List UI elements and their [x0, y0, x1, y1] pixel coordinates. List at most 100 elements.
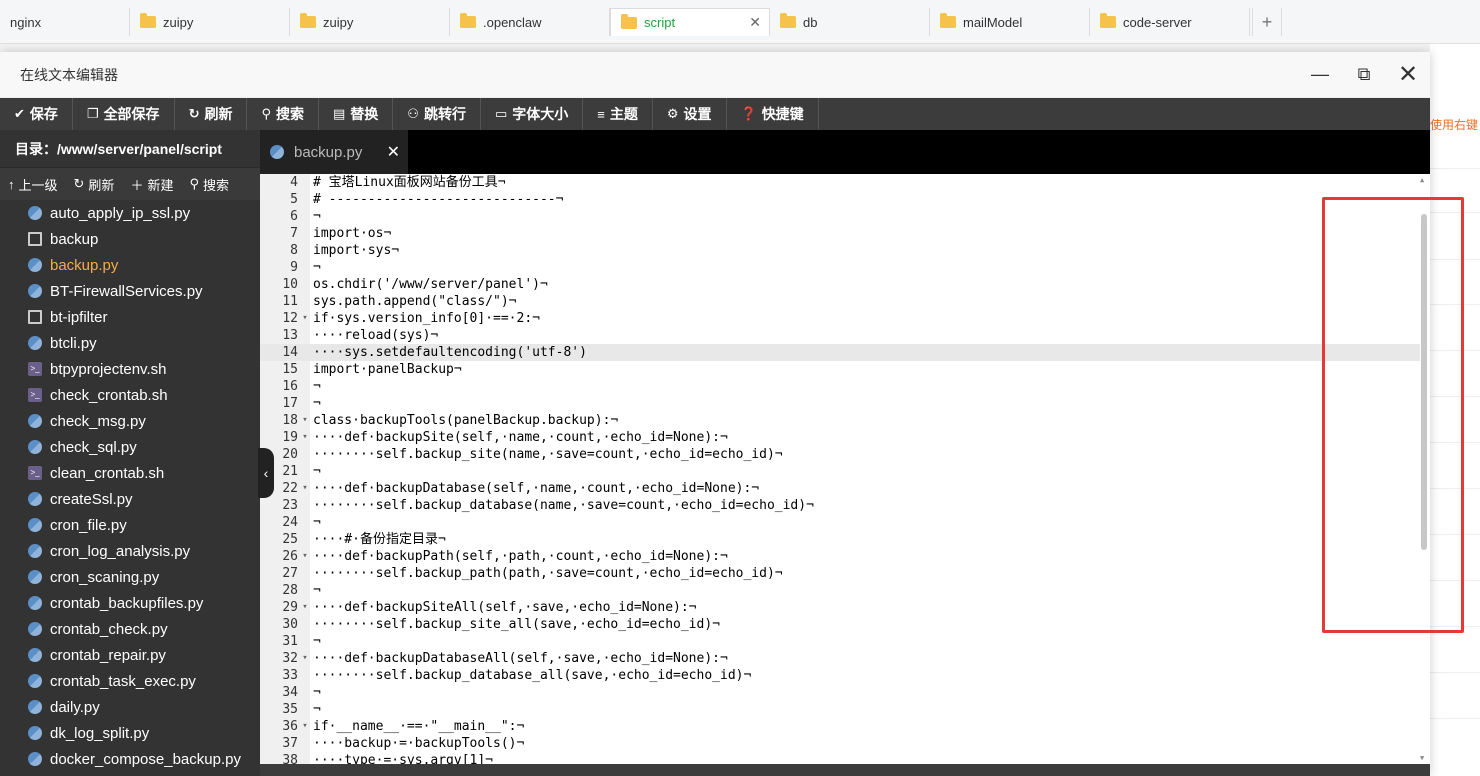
- python-file-icon: [28, 622, 42, 636]
- fold-arrow-icon[interactable]: ▾: [298, 599, 312, 616]
- window-title: 在线文本编辑器: [20, 66, 118, 83]
- file-list-item[interactable]: auto_apply_ip_ssl.py: [0, 200, 260, 226]
- code-line: 37 ····backup·=·backupTools()¬: [260, 735, 1420, 752]
- replace-button[interactable]: ▤ 替换: [319, 98, 394, 130]
- up-level-button[interactable]: ↑ 上一级: [0, 175, 66, 194]
- file-list-item[interactable]: >_ btpyprojectenv.sh: [0, 356, 260, 382]
- code-line: 24 ¬: [260, 514, 1420, 531]
- close-tab-icon[interactable]: ✕: [749, 14, 761, 31]
- code-line: 30 ········self.backup_site_all(save,·ech…: [260, 616, 1420, 633]
- file-name: cron_log_analysis.py: [50, 542, 191, 560]
- folder-icon: [940, 13, 956, 28]
- browser-tab[interactable]: code-server: [1090, 8, 1250, 36]
- file-list-item[interactable]: daily.py: [0, 694, 260, 720]
- terminal-file-icon: >_: [28, 362, 42, 376]
- code-line: 28 ¬: [260, 582, 1420, 599]
- code-line: 34 ¬: [260, 684, 1420, 701]
- file-list-item[interactable]: crontab_check.py: [0, 616, 260, 642]
- scroll-down-arrow-icon[interactable]: ▼: [1420, 754, 1424, 762]
- search-button[interactable]: ⚲ 搜索: [247, 98, 319, 130]
- browser-tab[interactable]: zuipy: [130, 8, 290, 36]
- refresh-button[interactable]: ↻ 刷新: [175, 98, 248, 130]
- file-list-item[interactable]: check_msg.py: [0, 408, 260, 434]
- refresh-icon: ↻: [188, 106, 200, 121]
- scroll-up-arrow-icon[interactable]: ▲: [1420, 176, 1424, 184]
- fold-arrow-icon[interactable]: ▾: [298, 480, 312, 497]
- new-tab-button[interactable]: +: [1252, 8, 1282, 36]
- file-list-item[interactable]: >_ check_crontab.sh: [0, 382, 260, 408]
- fold-arrow-icon: [298, 293, 312, 310]
- fold-arrow-icon: [298, 174, 312, 191]
- file-list-item[interactable]: check_sql.py: [0, 434, 260, 460]
- browser-tab[interactable]: nginx: [0, 8, 130, 36]
- maximize-button[interactable]: ⧉: [1352, 62, 1376, 86]
- code-line: 25 ····#·备份指定目录¬: [260, 531, 1420, 548]
- code-text: ········self.backup_path(path,·save=coun…: [313, 566, 783, 581]
- code-line: 15 import·panelBackup¬: [260, 361, 1420, 378]
- file-list-item[interactable]: crontab_task_exec.py: [0, 668, 260, 694]
- browser-tab[interactable]: mailModel: [930, 8, 1090, 36]
- file-list-item[interactable]: backup: [0, 226, 260, 252]
- search-label: 搜索: [276, 106, 304, 122]
- file-list-item[interactable]: crontab_backupfiles.py: [0, 590, 260, 616]
- fold-arrow-icon: [298, 344, 312, 361]
- fold-arrow-icon: [298, 684, 312, 701]
- save-all-button[interactable]: ❐ 全部保存: [73, 98, 175, 130]
- sidebar-search-button[interactable]: ⚲ 搜索: [181, 175, 237, 194]
- fold-arrow-icon[interactable]: ▾: [298, 548, 312, 565]
- fold-arrow-icon[interactable]: ▾: [298, 412, 312, 429]
- shortcuts-label: 快捷键: [761, 106, 804, 122]
- fold-arrow-icon[interactable]: ▾: [298, 650, 312, 667]
- browser-tab[interactable]: db: [770, 8, 930, 36]
- code-text: ¬: [313, 515, 321, 530]
- file-list-item[interactable]: crontab_repair.py: [0, 642, 260, 668]
- browser-tab-label: zuipy: [323, 14, 354, 30]
- file-name: btpyprojectenv.sh: [50, 360, 167, 378]
- browser-tab[interactable]: script ✕: [610, 8, 770, 36]
- folder-icon: [460, 13, 476, 28]
- python-file-icon: [28, 414, 42, 428]
- sidebar-refresh-button[interactable]: ↻ 刷新: [66, 175, 123, 194]
- file-list-item[interactable]: dk_log_split.py: [0, 720, 260, 746]
- shortcuts-button[interactable]: ❓ 快捷键: [727, 98, 819, 130]
- file-list-item[interactable]: createSsl.py: [0, 486, 260, 512]
- close-button[interactable]: ✕: [1396, 61, 1420, 88]
- file-list-item[interactable]: docker_compose_backup.py: [0, 746, 260, 772]
- browser-tab[interactable]: zuipy: [290, 8, 450, 36]
- status-bar: [260, 764, 1430, 776]
- file-list-item[interactable]: btcli.py: [0, 330, 260, 356]
- browser-tab-label: .openclaw: [483, 14, 542, 30]
- code-editor[interactable]: ▲ ▼ 4 # 宝塔Linux面板网站备份工具¬ 5 # --------------…: [260, 174, 1430, 764]
- code-line: 14 ····sys.setdefaultencoding('utf-8'): [260, 344, 1420, 361]
- python-file-icon: [28, 648, 42, 662]
- file-tab-backup-py[interactable]: backup.py ✕: [260, 130, 408, 174]
- minimize-button[interactable]: —: [1308, 62, 1332, 86]
- sidebar-refresh-label: 刷新: [88, 177, 115, 193]
- browser-tab-label: zuipy: [163, 14, 194, 30]
- file-list-item[interactable]: cron_file.py: [0, 512, 260, 538]
- fold-arrow-icon[interactable]: ▾: [298, 429, 312, 446]
- settings-button[interactable]: ⚙ 设置: [653, 98, 727, 130]
- new-file-button[interactable]: ＋新建: [122, 175, 181, 194]
- file-list-item[interactable]: BT-FirewallServices.py: [0, 278, 260, 304]
- file-list-item[interactable]: cron_scaning.py: [0, 564, 260, 590]
- help-icon: ❓: [740, 106, 757, 121]
- file-list-item[interactable]: backup.py: [0, 252, 260, 278]
- file-name: BT-FirewallServices.py: [50, 282, 203, 300]
- file-list-item[interactable]: cron_log_analysis.py: [0, 538, 260, 564]
- collapse-sidebar-handle[interactable]: ‹: [258, 448, 274, 498]
- fold-arrow-icon[interactable]: ▾: [298, 310, 312, 327]
- theme-button[interactable]: ≡ 主题: [583, 98, 653, 130]
- fold-arrow-icon[interactable]: ▾: [298, 718, 312, 735]
- browser-tab-label: code-server: [1123, 14, 1192, 30]
- file-list-item[interactable]: bt-ipfilter: [0, 304, 260, 330]
- browser-tab[interactable]: .openclaw: [450, 8, 610, 36]
- font-size-button[interactable]: ▭ 字体大小: [481, 98, 584, 130]
- save-button[interactable]: ✔ 保存: [0, 98, 73, 130]
- python-file-icon: [28, 674, 42, 688]
- code-text: ········self.backup_database(name,·save=…: [313, 498, 814, 513]
- goto-line-button[interactable]: ⚇ 跳转行: [393, 98, 481, 130]
- code-line: 26 ▾ ····def·backupPath(self,·path,·count,…: [260, 548, 1420, 565]
- file-list-item[interactable]: >_ clean_crontab.sh: [0, 460, 260, 486]
- close-tab-icon[interactable]: ✕: [387, 142, 400, 162]
